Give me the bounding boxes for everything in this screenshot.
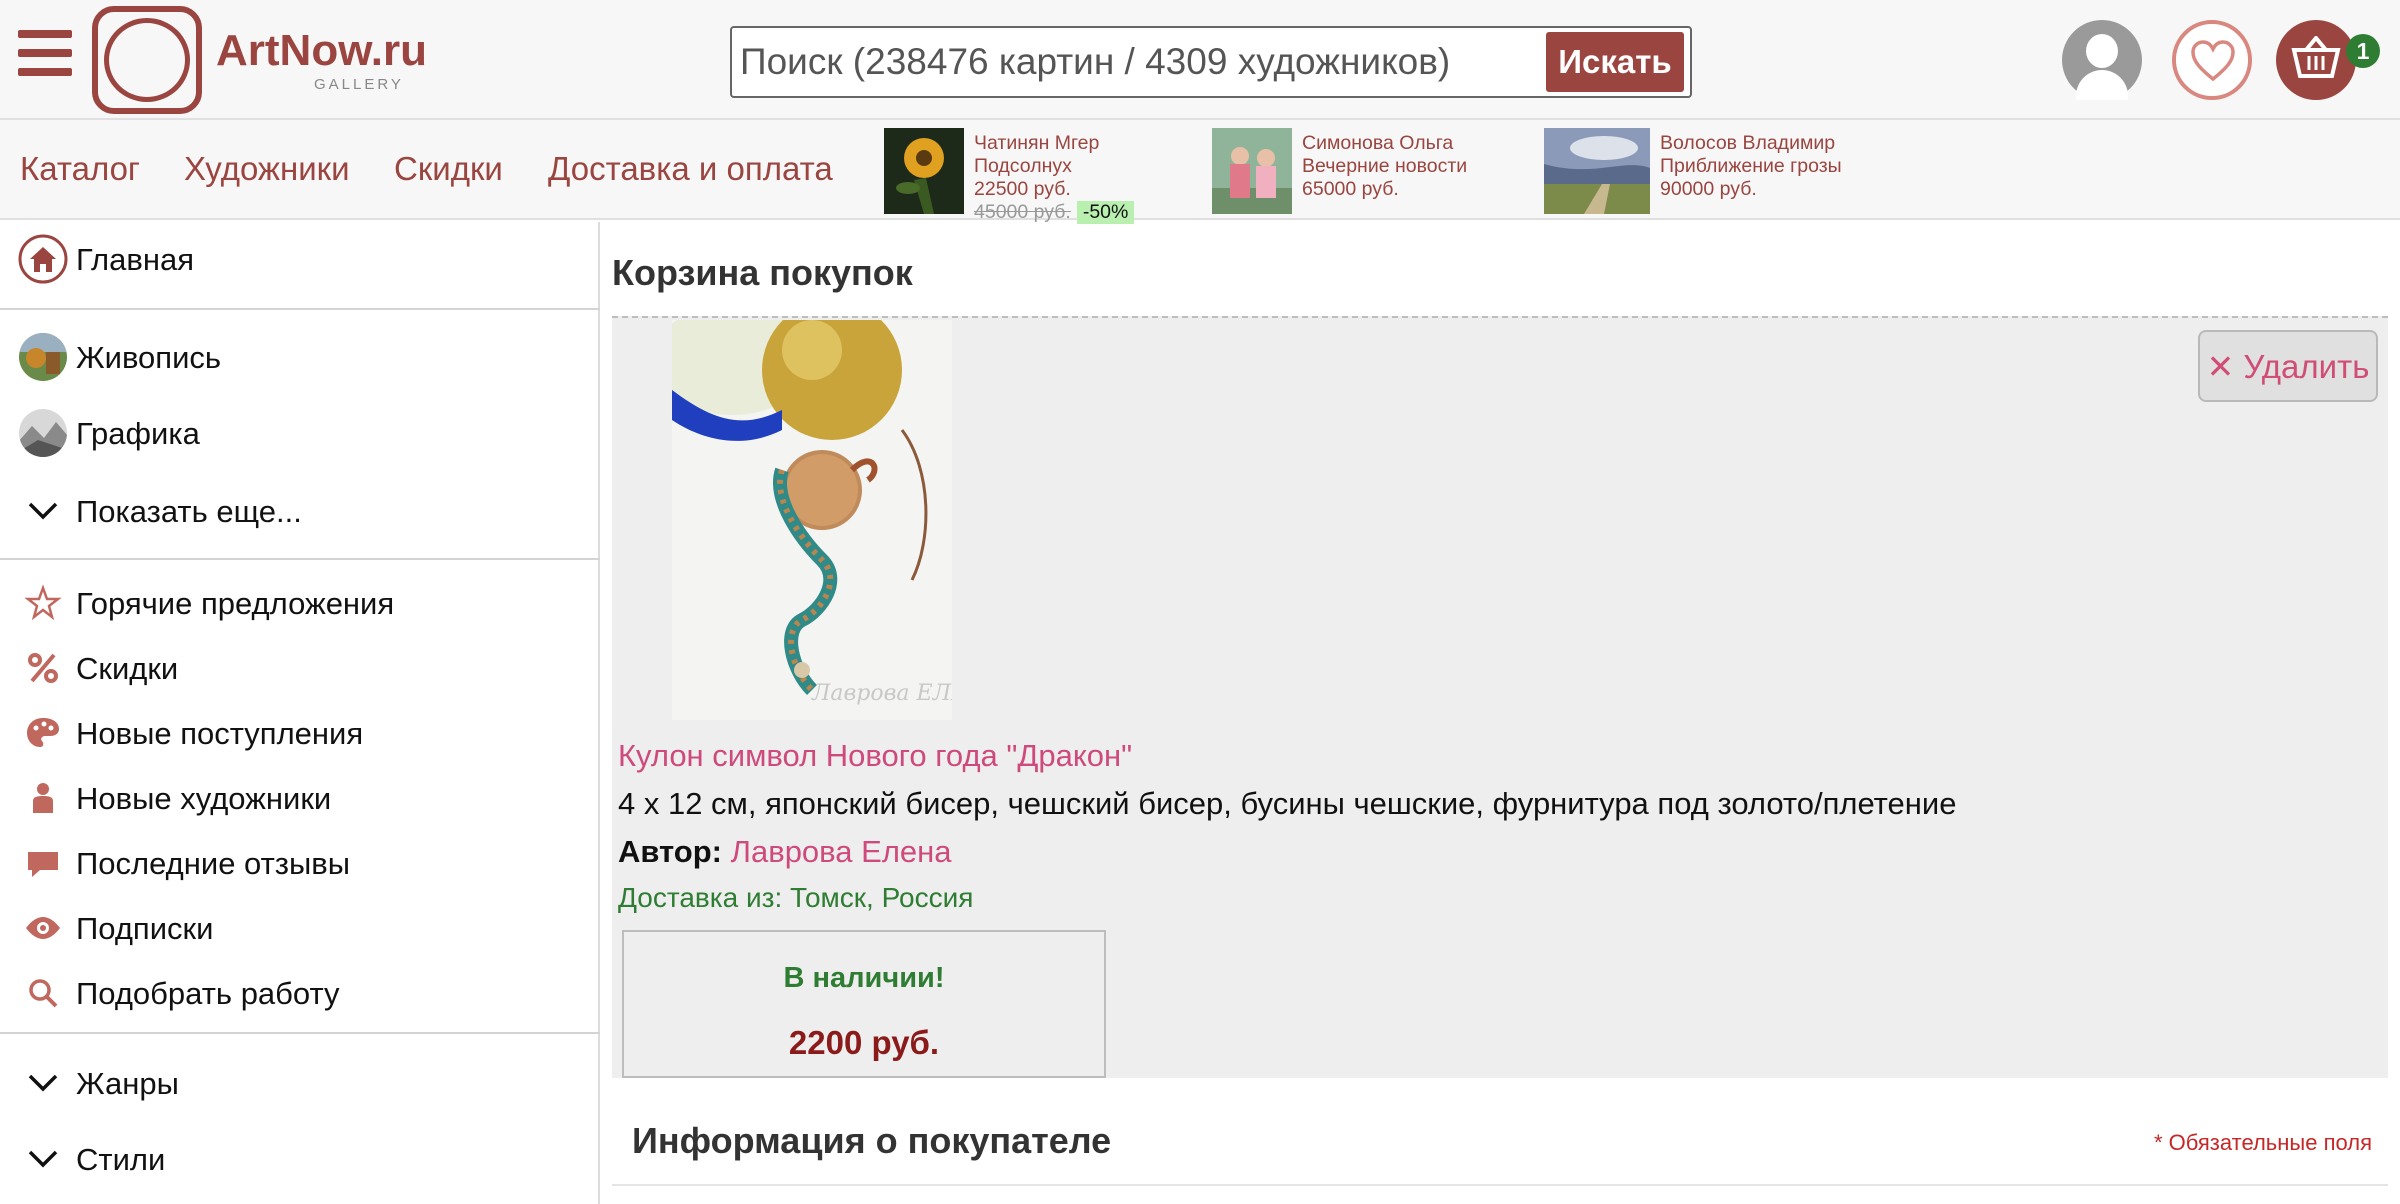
logo-name[interactable]: ArtNow.ru: [216, 26, 427, 76]
percent-icon: [28, 653, 58, 683]
sidebar-item-label: Показать еще...: [76, 494, 302, 529]
divider: [0, 558, 600, 560]
eye-icon: [26, 917, 60, 939]
sidebar-item-hot-offers[interactable]: Горячие предложения: [18, 578, 588, 628]
delete-button[interactable]: ✕ Удалить: [2198, 330, 2378, 402]
promo-artist[interactable]: Симонова Ольга: [1302, 132, 1467, 155]
promo-title[interactable]: Подсолнух: [974, 155, 1134, 178]
promo-item[interactable]: Симонова Ольга Вечерние новости 65000 ру…: [1212, 128, 1542, 216]
sidebar-item-label: Новые художники: [76, 781, 332, 816]
product-photo: Лаврова ЕЛЕНА: [672, 320, 952, 720]
author-link[interactable]: Лаврова Елена: [731, 834, 952, 869]
promo-title[interactable]: Приближение грозы: [1660, 155, 1842, 178]
chat-bubble-icon: [28, 852, 58, 877]
sidebar-item-new-artists[interactable]: Новые художники: [18, 773, 588, 823]
top-nav: Каталог Художники Скидки Доставка и опла…: [0, 120, 2400, 224]
sidebar-item-painting[interactable]: Живопись: [18, 332, 588, 382]
main-content: Корзина покупок Лаврова ЕЛЕНА ✕ Удалить: [602, 222, 2400, 1204]
required-fields-note: * Обязательные поля: [2153, 1130, 2372, 1155]
favorites-heart-icon[interactable]: [2172, 20, 2252, 100]
sidebar-item-subscriptions[interactable]: Подписки: [18, 903, 588, 953]
promo-thumbnail[interactable]: [884, 128, 964, 214]
divider: [0, 308, 600, 310]
sidebar-item-label: Горячие предложения: [76, 586, 395, 621]
sidebar-item-label: Главная: [76, 242, 194, 277]
sidebar-section-styles[interactable]: Стили: [18, 1134, 588, 1184]
sidebar-item-label: Последние отзывы: [76, 846, 351, 881]
product-description: 4 x 12 см, японский бисер, чешский бисер…: [618, 786, 1957, 821]
product-title-link[interactable]: Кулон символ Нового года "Дракон": [618, 738, 1132, 774]
nav-catalog[interactable]: Каталог: [20, 150, 140, 188]
product-image[interactable]: Лаврова ЕЛЕНА: [672, 320, 952, 720]
home-icon: [18, 234, 68, 284]
person-icon: [33, 783, 53, 813]
logo-subtitle: GALLERY: [314, 76, 404, 93]
chevron-down-icon: [28, 502, 58, 520]
promo-price: 65000 руб.: [1302, 178, 1399, 200]
nav-artists[interactable]: Художники: [184, 150, 350, 188]
menu-icon[interactable]: [18, 30, 72, 76]
search-box: Искать: [730, 26, 1692, 98]
item-price: 2200 руб.: [788, 1024, 940, 1061]
palette-icon: [27, 718, 59, 747]
search-icon: [29, 979, 58, 1008]
painting-thumbnail-icon: [19, 333, 67, 381]
sidebar-item-label: Подобрать работу: [76, 976, 340, 1011]
stock-price-box: В наличии! 2200 руб.: [622, 930, 1106, 1078]
promo-old-price: 45000 руб.: [974, 201, 1071, 223]
product-author: Автор: Лаврова Елена: [618, 834, 952, 870]
divider: [612, 1184, 2388, 1186]
cart-count-badge: 1: [2346, 34, 2380, 68]
logo-icon[interactable]: [92, 6, 202, 114]
header: ArtNow.ru GALLERY Искать 1: [0, 0, 2400, 120]
promo-price: 22500 руб.: [974, 178, 1071, 200]
sidebar-item-label: Живопись: [76, 340, 222, 375]
page-title: Корзина покупок: [612, 252, 913, 293]
sidebar-item-reviews[interactable]: Последние отзывы: [18, 838, 588, 888]
close-icon: ✕: [2206, 347, 2235, 385]
delivery-info: Доставка из: Томск, Россия: [618, 882, 974, 913]
stock-status: В наличии!: [783, 962, 945, 994]
sidebar-item-home[interactable]: Главная: [18, 234, 588, 284]
graphics-thumbnail-icon: [19, 409, 67, 457]
sidebar-item-label: Скидки: [76, 651, 179, 686]
chevron-down-icon: [28, 1150, 58, 1168]
sidebar-item-new-arrivals[interactable]: Новые поступления: [18, 708, 588, 758]
promo-price: 90000 руб.: [1660, 178, 1757, 200]
sidebar-item-label: Подписки: [76, 911, 214, 946]
sidebar-section-genres[interactable]: Жанры: [18, 1058, 588, 1108]
cart-icon[interactable]: [2276, 20, 2356, 100]
star-icon: [24, 584, 62, 621]
search-button[interactable]: Искать: [1546, 32, 1684, 92]
sidebar-item-label: Стили: [76, 1142, 166, 1177]
promo-title[interactable]: Вечерние новости: [1302, 155, 1467, 178]
discount-badge: -50%: [1076, 201, 1135, 224]
promo-artist[interactable]: Волосов Владимир: [1660, 132, 1842, 155]
promo-thumbnail[interactable]: [1212, 128, 1292, 214]
promo-item[interactable]: Волосов Владимир Приближение грозы 90000…: [1544, 128, 1884, 216]
chevron-down-icon: [28, 1074, 58, 1092]
nav-discounts[interactable]: Скидки: [394, 150, 503, 188]
nav-delivery[interactable]: Доставка и оплата: [548, 150, 833, 188]
sidebar-item-graphics[interactable]: Графика: [18, 408, 588, 458]
buyer-info-title: Информация о покупателе: [632, 1120, 1112, 1161]
divider: [0, 1032, 600, 1034]
cart-item: Лаврова ЕЛЕНА ✕ Удалить Кулон символ Нов…: [612, 316, 2388, 1078]
promo-thumbnail[interactable]: [1544, 128, 1650, 214]
sidebar-item-discounts[interactable]: Скидки: [18, 643, 588, 693]
promo-item[interactable]: Чатинян Мгер Подсолнух 22500 руб. 45000 …: [884, 128, 1184, 224]
show-more-toggle[interactable]: Показать еще...: [18, 486, 588, 536]
image-watermark: Лаврова ЕЛЕНА: [811, 681, 952, 706]
sidebar: Главная Живопись Графика Показать еще...…: [0, 222, 600, 1204]
delete-label: Удалить: [2243, 347, 2370, 385]
sidebar-item-label: Графика: [76, 416, 200, 451]
search-input[interactable]: [740, 32, 1540, 92]
sidebar-item-label: Новые поступления: [76, 716, 364, 751]
author-label: Автор:: [618, 834, 723, 869]
sidebar-item-label: Жанры: [76, 1066, 179, 1101]
user-icon[interactable]: [2062, 20, 2142, 100]
sidebar-item-find-work[interactable]: Подобрать работу: [18, 968, 588, 1018]
promo-artist[interactable]: Чатинян Мгер: [974, 132, 1134, 155]
